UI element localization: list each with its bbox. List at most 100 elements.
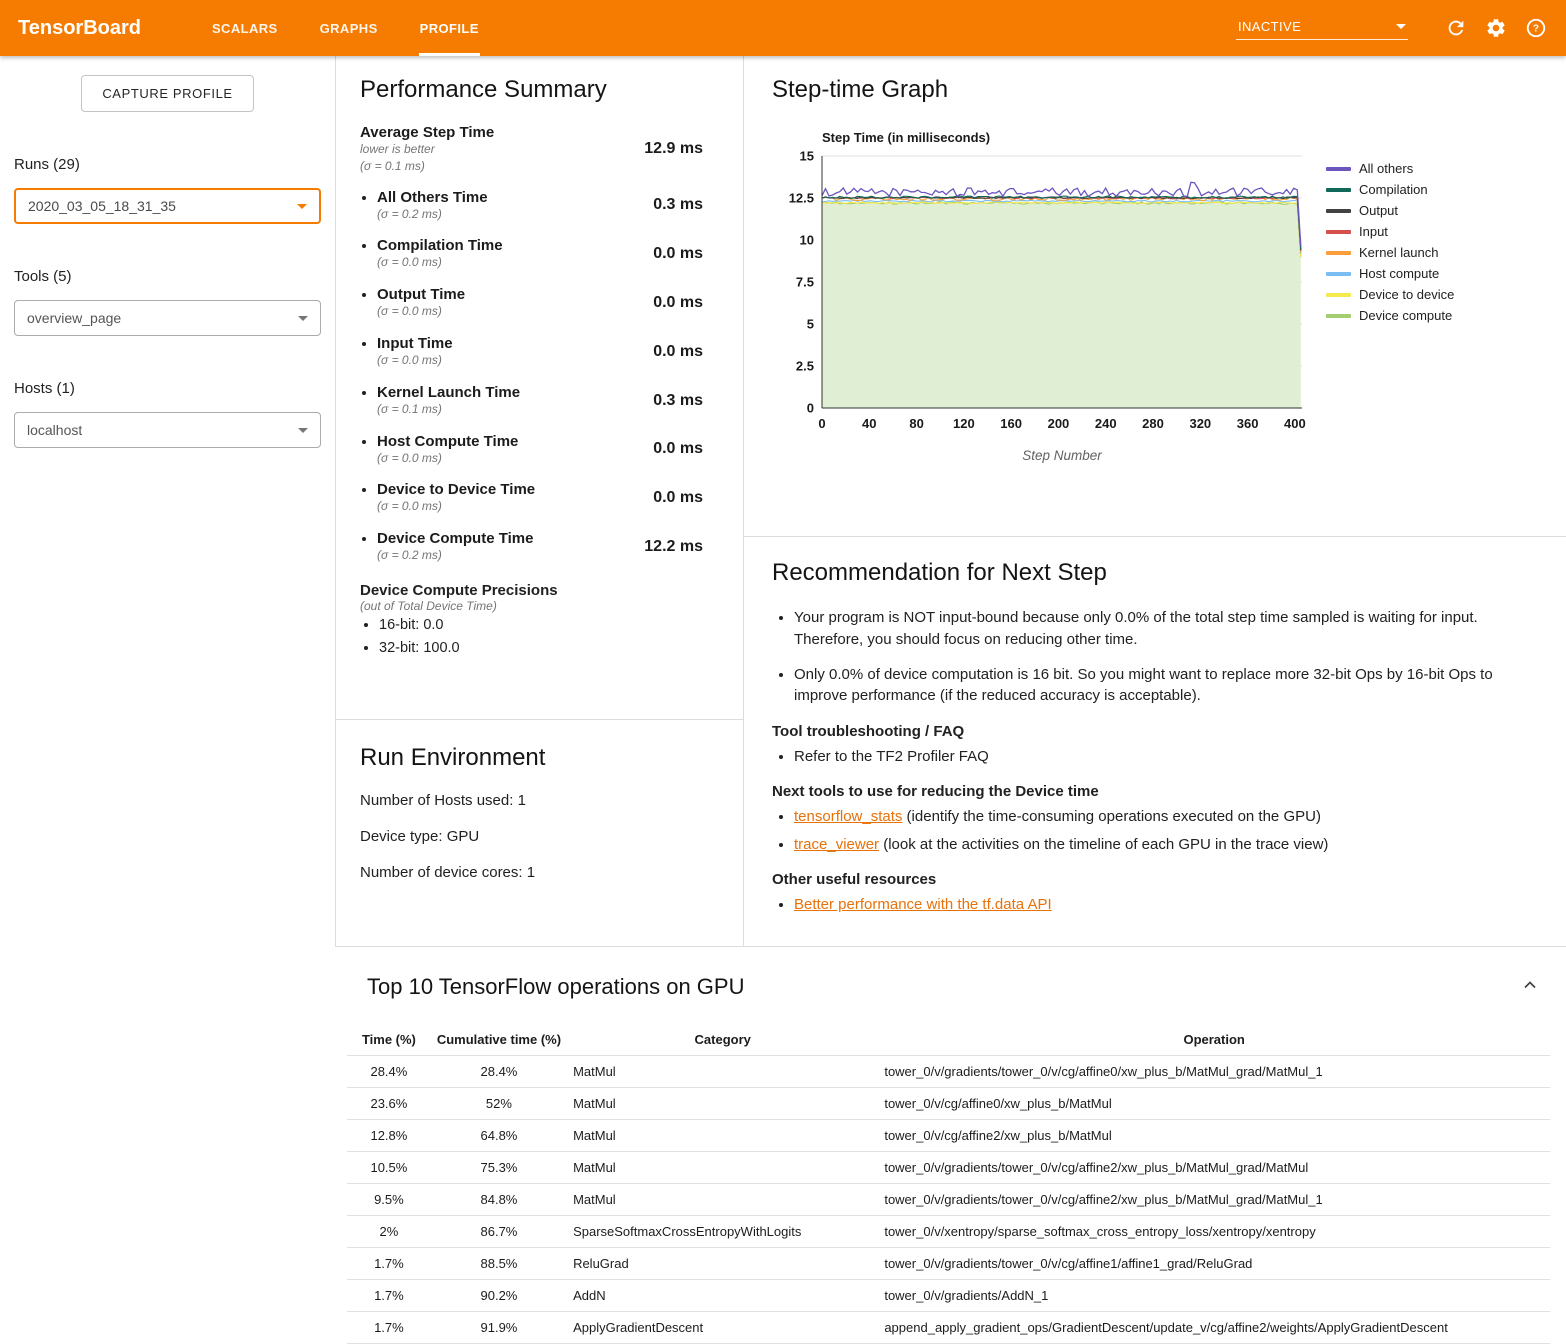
tab-profile[interactable]: PROFILE bbox=[399, 0, 500, 56]
cell-operation: tower_0/v/gradients/AddN_1 bbox=[878, 1280, 1550, 1312]
tools-field: Tools (5) overview_page bbox=[0, 268, 335, 336]
cell-category: MatMul bbox=[567, 1056, 878, 1088]
hosts-label: Hosts (1) bbox=[14, 380, 321, 397]
recommendation-item: Only 0.0% of device computation is 16 bi… bbox=[794, 664, 1522, 708]
svg-text:280: 280 bbox=[1142, 416, 1164, 431]
legend-label: Kernel launch bbox=[1359, 245, 1439, 260]
faq-item: Refer to the TF2 Profiler FAQ bbox=[794, 746, 1522, 767]
performance-column: Performance Summary Average Step Time lo… bbox=[335, 56, 744, 946]
metric-name: Kernel Launch Time bbox=[377, 384, 520, 401]
collapse-chevron-icon[interactable] bbox=[1518, 973, 1542, 1000]
svg-text:120: 120 bbox=[953, 416, 975, 431]
legend-label: Device to device bbox=[1359, 287, 1454, 302]
trace-viewer-link[interactable]: trace_viewer bbox=[794, 836, 879, 853]
status-dropdown[interactable]: INACTIVE bbox=[1236, 17, 1408, 40]
metric-sigma: (σ = 0.0 ms) bbox=[377, 450, 518, 467]
recommendation-section: Recommendation for Next Step Your progra… bbox=[744, 537, 1566, 946]
metric-value: 12.9 ms bbox=[644, 140, 703, 158]
cell-category: MatMul bbox=[567, 1184, 878, 1216]
better-performance-with-the-tf-data-api-link[interactable]: Better performance with the tf.data API bbox=[794, 896, 1052, 913]
svg-text:0: 0 bbox=[807, 401, 814, 416]
svg-text:?: ? bbox=[1533, 24, 1539, 35]
legend-swatch-icon bbox=[1326, 209, 1351, 213]
help-icon[interactable]: ? bbox=[1524, 16, 1548, 40]
run-environment-lines: Number of Hosts used: 1Device type: GPUN… bbox=[360, 792, 719, 881]
table-row: 12.8%64.8%MatMultower_0/v/cg/affine2/xw_… bbox=[347, 1120, 1550, 1152]
metric-note: lower is better bbox=[360, 141, 494, 158]
tools-label: Tools (5) bbox=[14, 268, 321, 285]
table-row: 1.7%90.2%AddNtower_0/v/gradients/AddN_1 bbox=[347, 1280, 1550, 1312]
metric-value: 0.0 ms bbox=[653, 294, 703, 312]
capture-profile-button[interactable]: CAPTURE PROFILE bbox=[81, 75, 253, 112]
legend-label: Output bbox=[1359, 203, 1398, 218]
link-item: Better performance with the tf.data API bbox=[794, 894, 1522, 915]
main-content: Performance Summary Average Step Time lo… bbox=[335, 56, 1566, 1344]
svg-text:400: 400 bbox=[1284, 416, 1306, 431]
nav-tabs: SCALARSGRAPHSPROFILE bbox=[191, 0, 500, 56]
legend-swatch-icon bbox=[1326, 167, 1351, 171]
step-time-chart: Step Time (in milliseconds)02.557.51012.… bbox=[774, 126, 1314, 478]
svg-text:7.5: 7.5 bbox=[796, 275, 814, 290]
chevron-down-icon bbox=[297, 204, 307, 209]
col-time: Time (%) bbox=[347, 1024, 431, 1056]
chart-xlabel: Step Number bbox=[1022, 448, 1102, 463]
table-row: 28.4%28.4%MatMultower_0/v/gradients/towe… bbox=[347, 1056, 1550, 1088]
tensorflow-stats-link[interactable]: tensorflow_stats bbox=[794, 808, 902, 825]
svg-text:240: 240 bbox=[1095, 416, 1117, 431]
link-item: tensorflow_stats (identify the time-cons… bbox=[794, 806, 1522, 827]
metric-value: 0.0 ms bbox=[653, 489, 703, 507]
tab-scalars[interactable]: SCALARS bbox=[191, 0, 299, 56]
legend-item-device-compute: Device compute bbox=[1326, 305, 1454, 326]
metric-value: 0.0 ms bbox=[653, 245, 703, 263]
table-row: 23.6%52%MatMultower_0/v/cg/affine0/xw_pl… bbox=[347, 1088, 1550, 1120]
average-step-time-row: Average Step Time lower is better (σ = 0… bbox=[360, 124, 719, 175]
tools-select[interactable]: overview_page bbox=[14, 300, 321, 336]
metric-name: Device to Device Time bbox=[377, 481, 535, 498]
cell-time: 23.6% bbox=[347, 1088, 431, 1120]
cell-cumulative: 28.4% bbox=[431, 1056, 567, 1088]
hosts-select[interactable]: localhost bbox=[14, 412, 321, 448]
tab-graphs[interactable]: GRAPHS bbox=[299, 0, 399, 56]
table-row: 10.5%75.3%MatMultower_0/v/gradients/towe… bbox=[347, 1152, 1550, 1184]
precision-item: 16-bit: 0.0 bbox=[379, 617, 719, 633]
cell-category: AddN bbox=[567, 1280, 878, 1312]
status-dropdown-value: INACTIVE bbox=[1238, 19, 1301, 34]
legend-item-all-others: All others bbox=[1326, 158, 1454, 179]
col-operation: Operation bbox=[878, 1024, 1550, 1056]
metric-item: Host Compute Time(σ = 0.0 ms)0.0 ms bbox=[377, 433, 719, 467]
chart-legend: All othersCompilationOutputInputKernel l… bbox=[1326, 126, 1454, 478]
cell-time: 9.5% bbox=[347, 1184, 431, 1216]
legend-label: Input bbox=[1359, 224, 1388, 239]
metric-sigma: (σ = 0.0 ms) bbox=[377, 498, 535, 515]
right-column: Step-time Graph Step Time (in millisecon… bbox=[744, 56, 1566, 946]
cell-operation: append_apply_gradient_ops/GradientDescen… bbox=[878, 1312, 1550, 1344]
next-tools-heading: Next tools to use for reducing the Devic… bbox=[772, 783, 1522, 800]
other-resources-list: Better performance with the tf.data API bbox=[772, 894, 1522, 915]
app-title: TensorBoard bbox=[18, 17, 141, 40]
chevron-down-icon bbox=[1396, 24, 1406, 29]
metric-name: Device Compute Time bbox=[377, 530, 533, 547]
metric-name: Output Time bbox=[377, 286, 465, 303]
refresh-icon[interactable] bbox=[1444, 16, 1468, 40]
top-ops-title: Top 10 TensorFlow operations on GPU bbox=[367, 974, 744, 1000]
runs-select-value: 2020_03_05_18_31_35 bbox=[28, 198, 176, 214]
runs-select[interactable]: 2020_03_05_18_31_35 bbox=[14, 188, 321, 224]
cell-time: 1.7% bbox=[347, 1280, 431, 1312]
top-app-bar: TensorBoard SCALARSGRAPHSPROFILE INACTIV… bbox=[0, 0, 1566, 56]
cell-category: MatMul bbox=[567, 1152, 878, 1184]
table-row: 1.7%91.9%ApplyGradientDescentappend_appl… bbox=[347, 1312, 1550, 1344]
faq-list: Refer to the TF2 Profiler FAQ bbox=[772, 746, 1522, 767]
legend-label: Device compute bbox=[1359, 308, 1452, 323]
top-ops-section: Top 10 TensorFlow operations on GPU Time… bbox=[335, 947, 1566, 1344]
run-env-line: Number of Hosts used: 1 bbox=[360, 792, 719, 809]
cell-cumulative: 52% bbox=[431, 1088, 567, 1120]
col-category: Category bbox=[567, 1024, 878, 1056]
settings-gear-icon[interactable] bbox=[1484, 16, 1508, 40]
other-resources-heading: Other useful resources bbox=[772, 871, 1522, 888]
legend-item-kernel-launch: Kernel launch bbox=[1326, 242, 1454, 263]
precisions-list: 16-bit: 0.032-bit: 100.0 bbox=[360, 617, 719, 656]
runs-field: Runs (29) 2020_03_05_18_31_35 bbox=[0, 156, 335, 224]
recommendation-title: Recommendation for Next Step bbox=[772, 559, 1522, 587]
svg-text:15: 15 bbox=[800, 149, 814, 164]
svg-text:200: 200 bbox=[1048, 416, 1070, 431]
